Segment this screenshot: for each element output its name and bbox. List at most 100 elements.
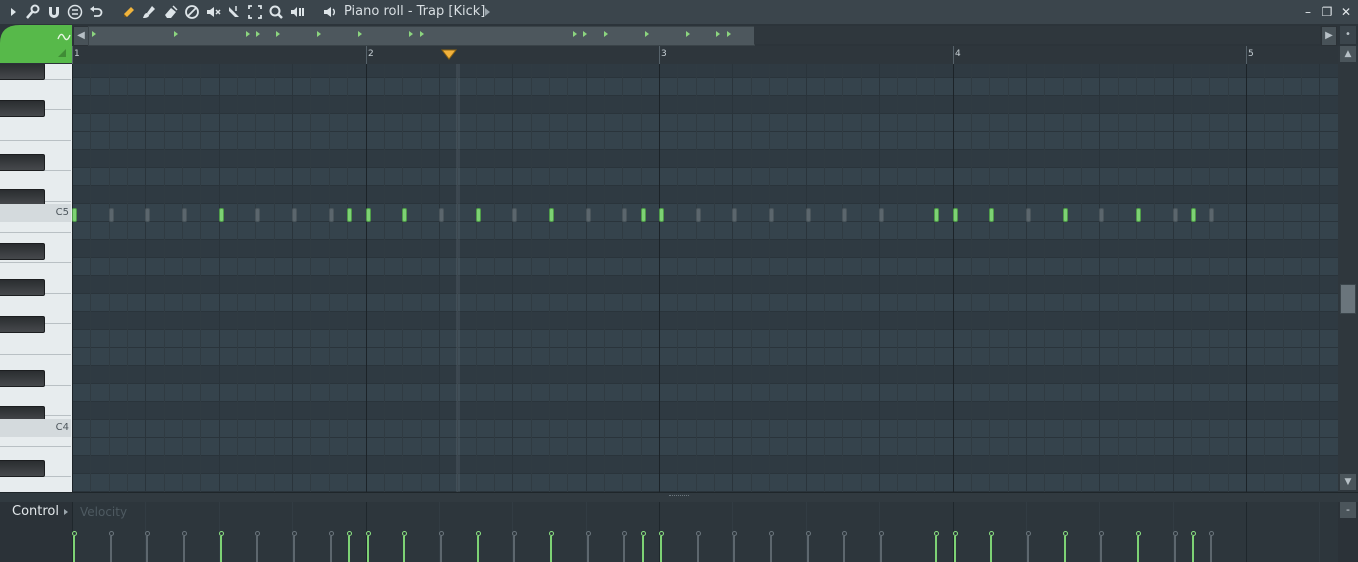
velocity-handle[interactable] [988,531,994,536]
black-key[interactable] [0,154,45,171]
velocity-handle[interactable] [841,531,847,536]
overview-scroll-left-button[interactable]: ◀ [73,26,89,46]
piano-keyboard[interactable]: C5 C4 [0,64,73,492]
ghost-note[interactable] [842,208,847,222]
velocity-stem[interactable] [843,536,845,562]
velocity-handle[interactable] [181,531,187,536]
note[interactable] [72,208,77,222]
vertical-scrollbar[interactable] [1338,46,1358,492]
velocity-handle[interactable] [328,531,334,536]
velocity-stem[interactable] [954,536,956,562]
velocity-stem[interactable] [440,536,442,562]
playhead-marker[interactable] [440,46,458,65]
close-button[interactable]: ✕ [1338,4,1354,20]
velocity-handle[interactable] [365,531,371,536]
velocity-handle[interactable] [475,531,481,536]
speaker-icon[interactable] [322,4,338,20]
velocity-stem[interactable] [256,536,258,562]
ghost-note[interactable] [512,208,517,222]
note[interactable] [1063,208,1068,222]
velocity-stem[interactable] [348,536,350,562]
velocity-stem[interactable] [1210,536,1212,562]
velocity-stem[interactable] [146,536,148,562]
velocity-handle[interactable] [254,531,260,536]
velocity-handle[interactable] [1098,531,1104,536]
black-key[interactable] [0,64,45,80]
velocity-stem[interactable] [1027,536,1029,562]
velocity-stem[interactable] [550,536,552,562]
black-key[interactable] [0,100,45,117]
control-menu-arrow-icon[interactable] [64,509,68,515]
note[interactable] [953,208,958,222]
brush-icon[interactable] [141,4,157,20]
velocity-stem[interactable] [403,536,405,562]
velocity-handle[interactable] [1062,531,1068,536]
black-key[interactable] [0,243,45,260]
scroll-up-button[interactable]: ▲ [1340,46,1356,62]
velocity-stem[interactable] [990,536,992,562]
note[interactable] [934,208,939,222]
ghost-note[interactable] [622,208,627,222]
velocity-handle[interactable] [291,531,297,536]
timeline-ruler[interactable]: 1 2 3 4 5 [72,46,1338,65]
resize-grip-icon[interactable] [669,495,689,499]
ghost-note[interactable] [586,208,591,222]
velocity-handle[interactable] [768,531,774,536]
play-menu-icon[interactable] [6,4,22,20]
note[interactable] [641,208,646,222]
magnet-icon[interactable] [46,4,62,20]
velocity-stem[interactable] [642,536,644,562]
ghost-note[interactable] [1026,208,1031,222]
ghost-note[interactable] [329,208,334,222]
ghost-note[interactable] [1209,208,1214,222]
ghost-note[interactable] [255,208,260,222]
collapse-control-button[interactable]: - [1340,502,1356,518]
velocity-handle[interactable] [952,531,958,536]
velocity-stem[interactable] [623,536,625,562]
note[interactable] [366,208,371,222]
velocity-stem[interactable] [73,536,75,562]
note-grid[interactable] [72,64,1338,492]
velocity-handle[interactable] [1025,531,1031,536]
velocity-stem[interactable] [697,536,699,562]
ghost-note[interactable] [439,208,444,222]
note[interactable] [402,208,407,222]
velocity-stem[interactable] [770,536,772,562]
velocity-stem[interactable] [587,536,589,562]
velocity-handle[interactable] [144,531,150,536]
velocity-handle[interactable] [731,531,737,536]
ghost-note[interactable] [292,208,297,222]
control-label[interactable]: Control [12,503,59,521]
velocity-stem[interactable] [807,536,809,562]
ghost-note[interactable] [879,208,884,222]
minimize-button[interactable]: – [1300,4,1316,20]
note[interactable] [659,208,664,222]
velocity-stem[interactable] [1192,536,1194,562]
velocity-handle[interactable] [108,531,114,536]
velocity-stem[interactable] [110,536,112,562]
note[interactable] [476,208,481,222]
window-title[interactable]: Piano roll - Trap [Kick] [344,3,485,21]
velocity-stem[interactable] [477,536,479,562]
velocity-handle[interactable] [1190,531,1196,536]
mute-icon[interactable] [205,4,221,20]
velocity-handle[interactable] [511,531,517,536]
velocity-handle[interactable] [621,531,627,536]
overview-options-button[interactable]: • [1340,26,1356,44]
velocity-stem[interactable] [367,536,369,562]
slice-icon[interactable] [226,4,242,20]
velocity-stem[interactable] [293,536,295,562]
restore-button[interactable]: ❐ [1319,4,1335,20]
velocity-handle[interactable] [438,531,444,536]
velocity-handle[interactable] [1135,531,1141,536]
velocity-handle[interactable] [805,531,811,536]
ghost-note[interactable] [806,208,811,222]
velocity-stem[interactable] [935,536,937,562]
note[interactable] [1136,208,1141,222]
snap-tab[interactable] [0,25,72,63]
stamp-icon[interactable] [67,4,83,20]
overview-scroll-track[interactable] [754,26,1320,44]
vertical-scroll-thumb[interactable] [1340,284,1356,314]
delete-icon[interactable] [184,4,200,20]
velocity-stem[interactable] [733,536,735,562]
